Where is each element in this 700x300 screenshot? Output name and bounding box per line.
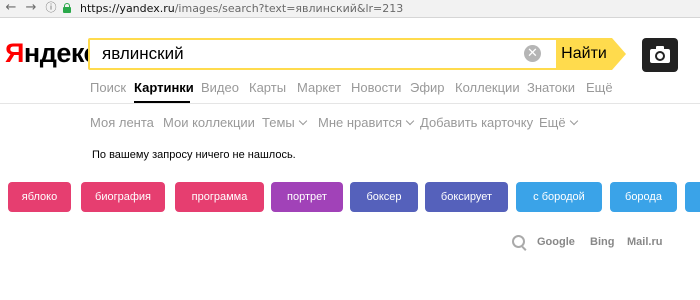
header-divider (0, 103, 700, 104)
subnav-more[interactable]: Ещё (539, 115, 578, 131)
arrow-left-icon[interactable]: ← (4, 1, 18, 15)
no-results-message: По вашему запросу ничего не нашлось. (92, 149, 296, 161)
tab-more[interactable]: Ещё (586, 80, 613, 96)
subnav-themes[interactable]: Темы (262, 115, 307, 131)
url-field[interactable]: https://yandex.ru/images/search?text=явл… (80, 2, 403, 15)
find-button[interactable]: Найти (556, 38, 612, 70)
search-icon (512, 235, 527, 251)
suggestion-chip[interactable]: яблоко (8, 182, 71, 212)
tab-video[interactable]: Видео (201, 80, 239, 96)
lock-icon (63, 3, 71, 13)
suggestion-chip[interactable]: портрет (271, 182, 343, 212)
engine-bing[interactable]: Bing (590, 235, 614, 249)
suggestion-chip[interactable]: с бородой (516, 182, 602, 212)
arrow-right-icon[interactable]: → (24, 1, 38, 15)
subnav-likes[interactable]: Мне нравится (318, 115, 415, 131)
chevron-down-icon (405, 116, 415, 126)
search-box (88, 38, 558, 70)
info-circle-icon[interactable]: ⓘ (44, 1, 58, 15)
camera-lens (655, 51, 665, 61)
subnav-my-collections-label: Мои коллекции (163, 115, 255, 130)
subnav-add-card[interactable]: Добавить карточку (420, 115, 533, 131)
subnav-likes-label: Мне нравится (318, 115, 403, 130)
suggestion-chip[interactable]: боксер (350, 182, 418, 212)
subnav-themes-label: Темы (262, 115, 295, 130)
subnav-my-collections[interactable]: Мои коллекции (163, 115, 255, 131)
find-button-arrow (612, 38, 626, 70)
clear-icon[interactable]: ✕ (524, 45, 541, 62)
engine-google[interactable]: Google (537, 235, 575, 249)
suggestion-chip[interactable]: боксирует (425, 182, 508, 212)
tab-images[interactable]: Картинки (134, 80, 194, 96)
camera-search-button[interactable] (642, 38, 678, 72)
tab-market[interactable]: Маркет (297, 80, 341, 96)
tab-maps[interactable]: Карты (249, 80, 286, 96)
url-host: https://yandex.ru (80, 2, 175, 15)
suggestion-chip[interactable]: программа (175, 182, 264, 212)
url-path: /images/search?text=явлинский&lr=213 (174, 2, 404, 15)
suggestion-chip[interactable]: биография (81, 182, 165, 212)
subnav-add-card-label: Добавить карточку (420, 115, 534, 130)
suggestion-chip[interactable]: борода (610, 182, 677, 212)
subnav-my-feed[interactable]: Моя лента (90, 115, 154, 131)
chevron-down-icon (569, 116, 578, 126)
chevron-down-icon (298, 116, 307, 126)
search-input[interactable] (102, 42, 522, 66)
yandex-logo[interactable]: Яндекс (5, 38, 99, 68)
engine-mailru[interactable]: Mail.ru (627, 235, 662, 249)
subnav-my-feed-label: Моя лента (90, 115, 154, 130)
tab-news[interactable]: Новости (351, 80, 401, 96)
logo-rest: ндекс (23, 38, 99, 68)
tab-efir[interactable]: Эфир (410, 80, 445, 96)
browser-address-bar: ← → ⓘ https://yandex.ru/images/search?te… (0, 0, 700, 18)
suggestion-chip[interactable] (685, 182, 700, 212)
subnav-more-label: Ещё (539, 115, 566, 130)
tab-search[interactable]: Поиск (90, 80, 126, 96)
logo-first-letter: Я (5, 38, 24, 68)
tab-collections[interactable]: Коллекции (455, 80, 520, 96)
tab-experts[interactable]: Знатоки (527, 80, 575, 96)
